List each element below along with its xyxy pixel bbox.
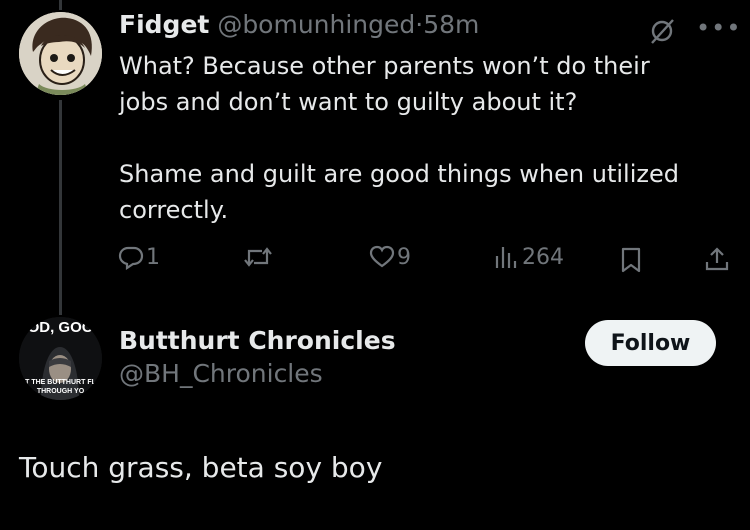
like-count: 9 [397, 244, 411, 270]
grok-icon[interactable] [648, 17, 676, 45]
timestamp[interactable]: 58m [423, 10, 479, 39]
share-button[interactable] [704, 246, 730, 272]
author-name-block: Butthurt Chronicles @BH_Chronicles [119, 326, 396, 388]
avatar-caption-top: OD, GOO [27, 319, 94, 336]
retweet-icon [243, 244, 273, 270]
reply-text-line: correctly. [119, 196, 229, 224]
follow-button[interactable]: Follow [585, 320, 716, 366]
reply-text: What? Because other parents won’t do the… [119, 48, 679, 228]
bookmark-icon [620, 247, 642, 273]
reply-text-line: Shame and guilt are good things when uti… [119, 160, 679, 188]
author-handle[interactable]: @BH_Chronicles [119, 359, 396, 388]
more-icon[interactable]: ••• [696, 14, 741, 42]
avatar-caption-bottom: T THE BUTTHURT FL [25, 379, 96, 386]
handle[interactable]: @bomunhinged [217, 10, 415, 39]
avatar[interactable] [19, 12, 102, 95]
reply-icon [118, 244, 144, 270]
reply-button[interactable]: 1 [118, 244, 160, 270]
reply-text-line: jobs and don’t want to guilty about it? [119, 88, 578, 116]
like-icon [369, 244, 395, 270]
retweet-button[interactable] [243, 244, 273, 270]
views-icon [494, 244, 518, 270]
reply-header: Fidget @bomunhinged·58m [119, 10, 479, 39]
avatar-caption-bottom: THROUGH YO [36, 388, 85, 395]
thread-line-top [59, 0, 62, 10]
reply-count: 1 [146, 244, 160, 270]
bookmark-button[interactable] [620, 247, 642, 273]
reply-text-line: What? Because other parents won’t do the… [119, 52, 650, 80]
views-count: 264 [522, 244, 564, 270]
author-avatar[interactable]: OD, GOO T THE BUTTHURT FL THROUGH YO [19, 317, 102, 400]
share-icon [704, 246, 730, 272]
display-name[interactable]: Fidget [119, 10, 209, 39]
views-button[interactable]: 264 [494, 244, 564, 270]
thread-line-bottom [59, 100, 62, 315]
author-display-name[interactable]: Butthurt Chronicles [119, 326, 396, 355]
tweet-text: Touch grass, beta soy boy [19, 451, 383, 484]
like-button[interactable]: 9 [369, 244, 411, 270]
